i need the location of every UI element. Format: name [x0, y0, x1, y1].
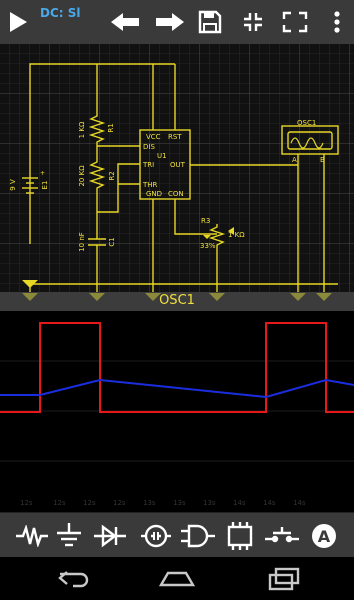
c1-label: C1 — [108, 237, 116, 246]
u1-pin-rst: RST — [168, 133, 182, 141]
u1-label: U1 — [157, 152, 167, 160]
system-navigation-bar — [0, 557, 354, 600]
osc1-pin-a: A — [292, 156, 297, 164]
time-label: 12s — [20, 499, 33, 507]
logic-gate-icon[interactable] — [180, 513, 216, 558]
time-label: 13s — [173, 499, 186, 507]
r3-label: R3 — [201, 217, 210, 225]
u1-pin-tri: TRI — [142, 161, 154, 169]
time-label: 12s — [83, 499, 96, 507]
expand-icon[interactable] — [278, 0, 312, 44]
r3-percent: 33% — [200, 242, 216, 250]
back-icon[interactable] — [44, 557, 104, 600]
redo-icon[interactable] — [150, 0, 190, 44]
r1-label: R1 — [107, 123, 115, 132]
simulation-status: DC: Sl — [40, 6, 81, 20]
time-label: 12s — [113, 499, 126, 507]
ammeter-icon[interactable]: A — [306, 513, 342, 558]
u1-pin-gnd: GND — [146, 190, 162, 198]
u1-pin-out: OUT — [170, 161, 186, 169]
home-icon[interactable] — [147, 557, 207, 600]
time-label: 14s — [233, 499, 246, 507]
recent-apps-icon[interactable] — [254, 557, 314, 600]
channel-a-trace — [0, 322, 354, 413]
time-label: 14s — [263, 499, 276, 507]
e1-value: 9 V — [9, 179, 17, 191]
u1-pin-con: CON — [168, 190, 184, 198]
u1-pin-vcc: VCC — [146, 133, 161, 141]
undo-icon[interactable] — [104, 0, 146, 44]
collapse-icon[interactable] — [236, 0, 270, 44]
time-label: 13s — [143, 499, 156, 507]
oscilloscope-label: OSC1 — [159, 293, 195, 308]
u1-pin-thr: THR — [142, 181, 158, 189]
svg-text:A: A — [318, 527, 331, 546]
u1-pin-dis: DIS — [143, 143, 155, 151]
diode-icon[interactable] — [92, 513, 128, 558]
battery-plus: + — [40, 170, 45, 177]
r1-value: 1 KΩ — [78, 121, 86, 138]
r3-value: 1 KΩ — [228, 231, 245, 239]
osc1-pin-b: B — [320, 156, 325, 164]
r2-value: 20 KΩ — [78, 165, 86, 187]
schematic-canvas[interactable]: VCC RST DIS U1 TRI OUT THR GND CON 1 KΩ … — [0, 44, 354, 292]
time-label: 13s — [203, 499, 216, 507]
channel-b-trace — [0, 378, 354, 399]
top-toolbar: DC: Sl — [0, 0, 354, 45]
time-label: 14s — [293, 499, 306, 507]
save-icon[interactable] — [194, 0, 226, 44]
resistor-icon[interactable] — [14, 513, 50, 558]
osc1-label: OSC1 — [297, 119, 316, 127]
r2-label: R2 — [108, 171, 116, 180]
oscilloscope-display[interactable]: 12s 12s 12s 12s 13s 13s 13s 14s 14s 14s — [0, 311, 354, 512]
ground-icon[interactable] — [51, 513, 87, 558]
switch-icon[interactable] — [264, 513, 300, 558]
time-label: 12s — [53, 499, 66, 507]
ic-chip-icon[interactable] — [222, 513, 258, 558]
c1-value: 10 nF — [78, 232, 86, 252]
e1-label: E1 — [41, 181, 49, 190]
overflow-menu-icon[interactable] — [320, 0, 354, 44]
oscilloscope-header[interactable]: OSC1 — [0, 292, 354, 311]
parts-toolbar: A — [0, 512, 354, 558]
play-icon[interactable] — [0, 0, 36, 44]
lamp-icon[interactable] — [138, 513, 174, 558]
